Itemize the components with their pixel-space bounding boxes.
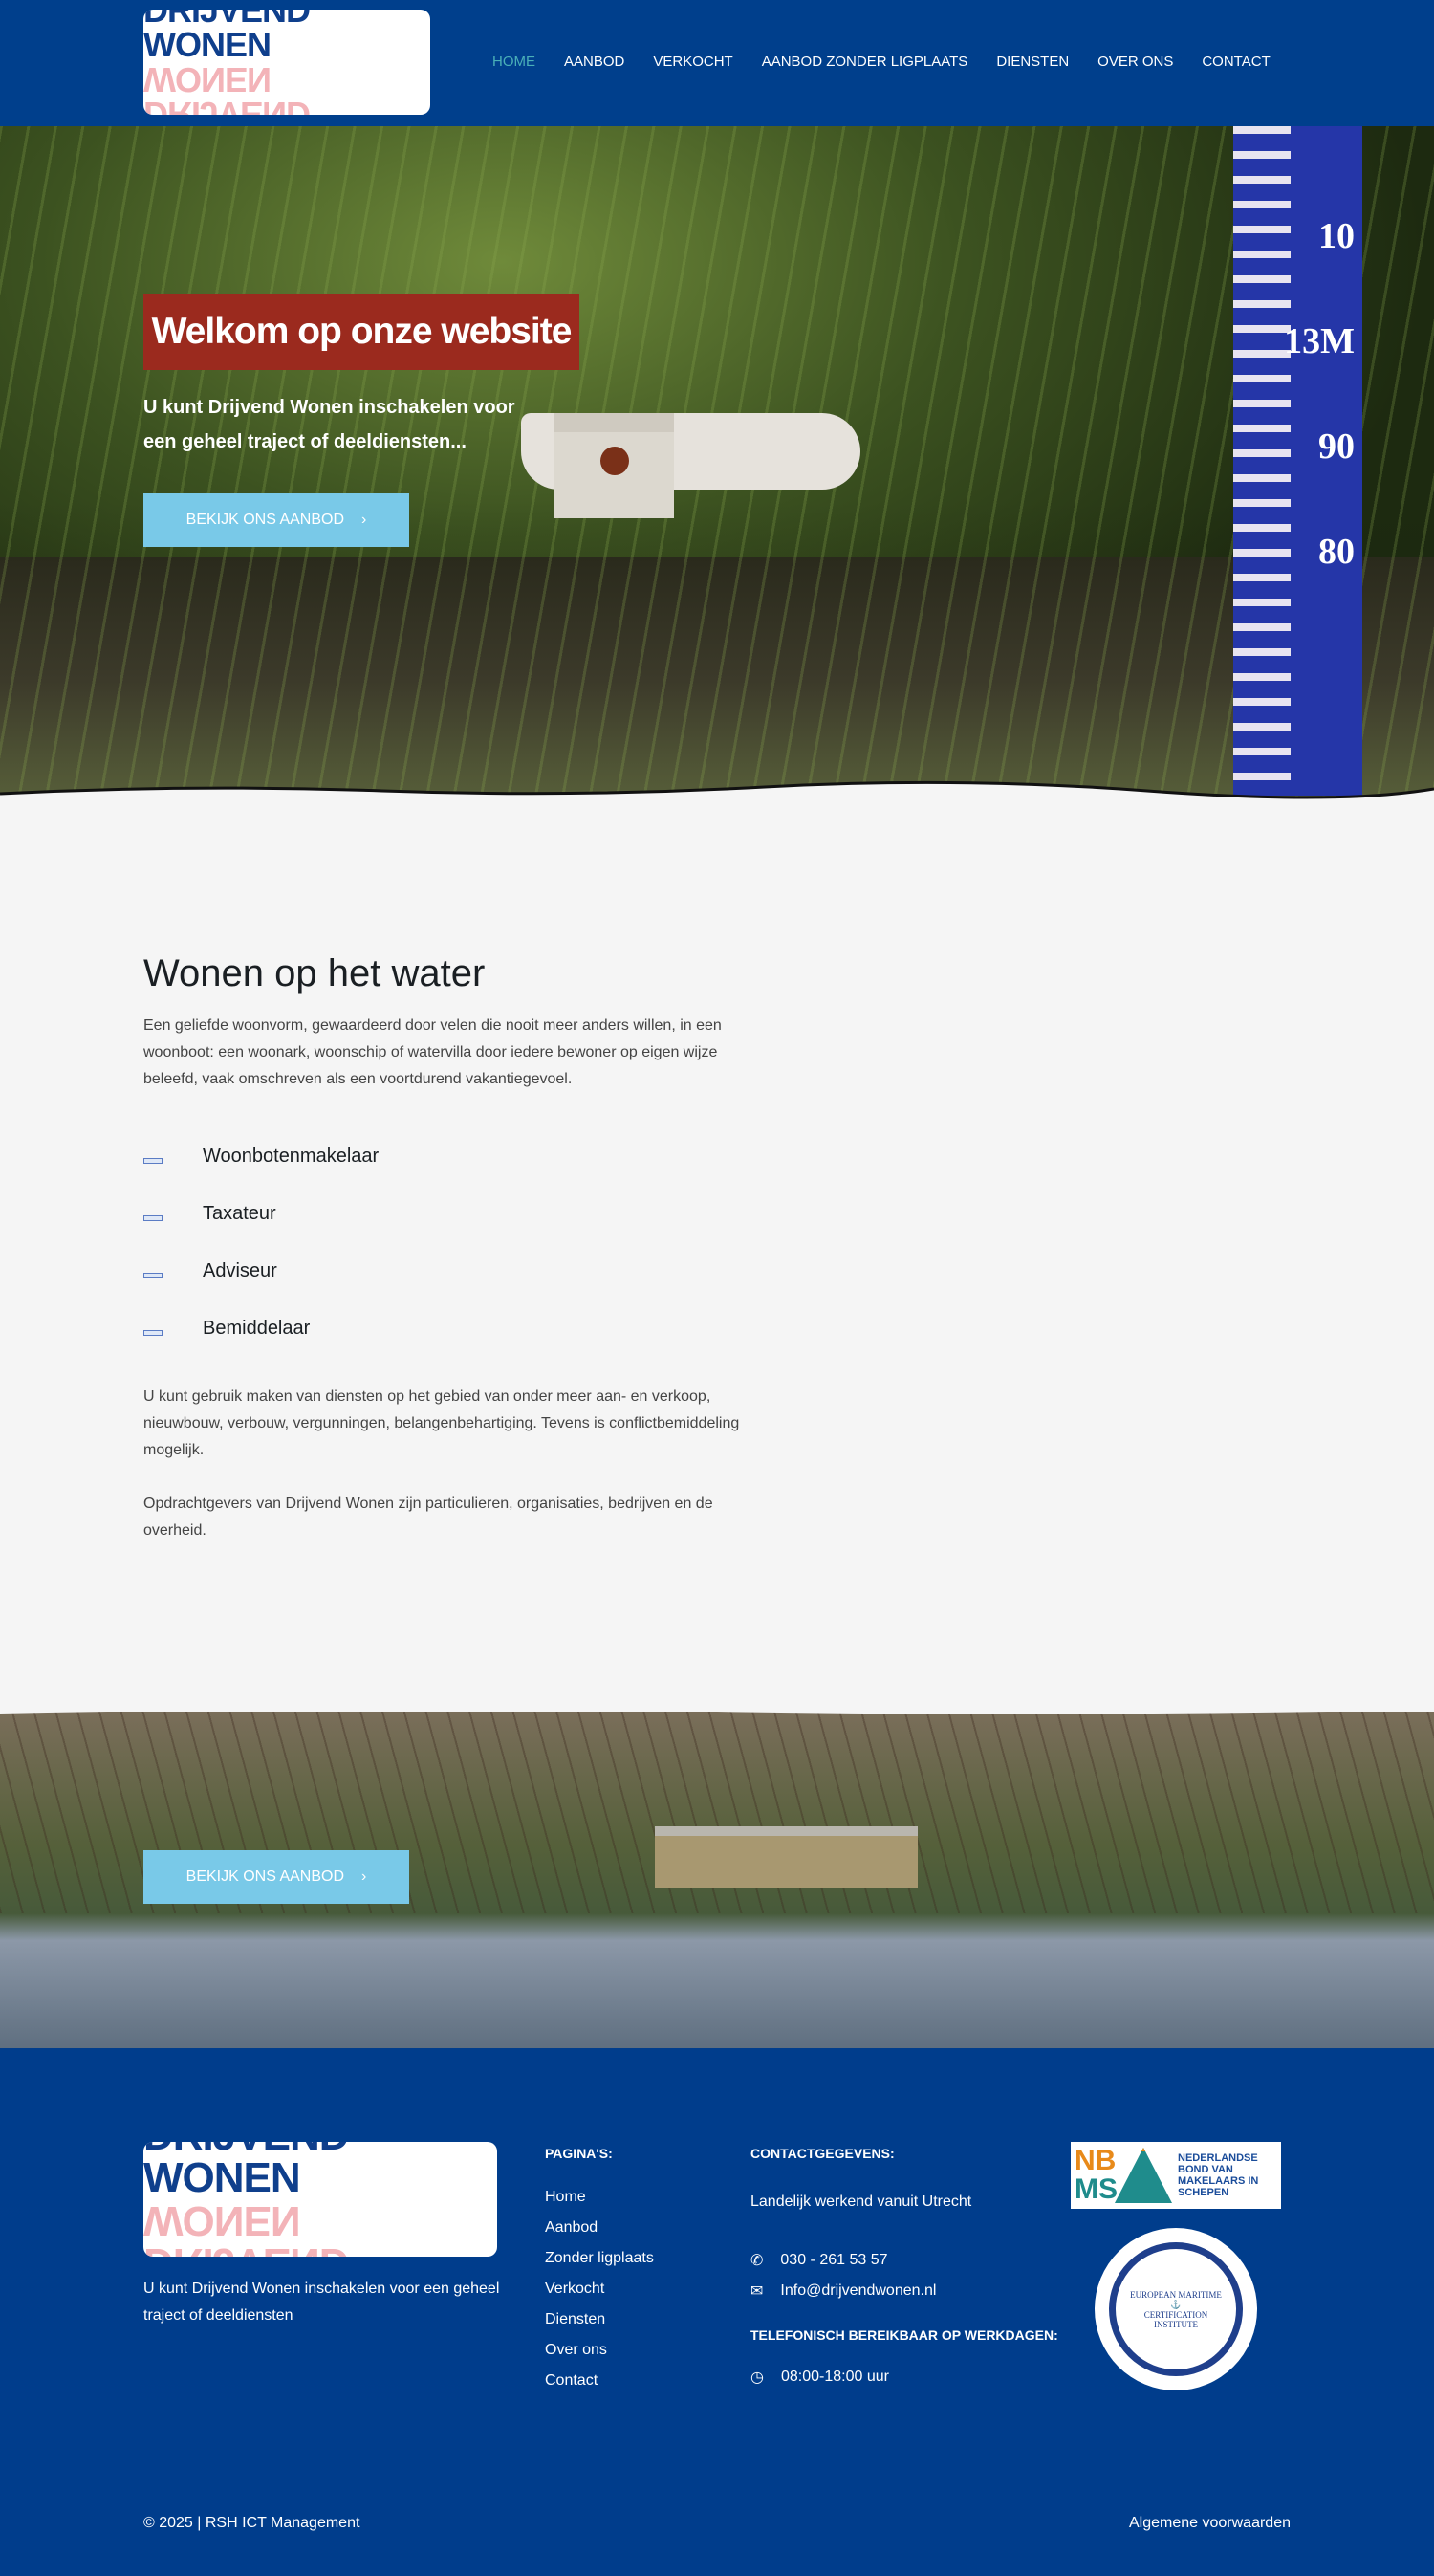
list-item-label: Bemiddelaar <box>203 1317 311 1339</box>
clients-paragraph: Opdrachtgevers van Drijvend Wonen zijn p… <box>143 1495 713 1539</box>
services-list: Woonbotenmakelaar Taxateur Adviseur Bemi… <box>143 1127 746 1357</box>
contact-heading: CONTACTGEGEVENS: <box>750 2146 895 2161</box>
wave-divider <box>0 780 1434 827</box>
footer-link-over-ons[interactable]: Over ons <box>545 2335 654 2366</box>
chevron-right-icon: › <box>361 512 367 528</box>
nav-contact[interactable]: CONTACT <box>1202 52 1270 73</box>
logo-reflection: DRIJVEND WONEN <box>143 2197 349 2257</box>
site-header: DRIJVEND WONEN DRIJVEND WONEN HOME AANBO… <box>0 0 1434 126</box>
envelope-icon: ✉ <box>750 2283 764 2300</box>
gauge-label: 80 <box>1318 532 1355 572</box>
services-paragraph: U kunt gebruik maken van diensten op het… <box>143 1388 740 1458</box>
clock-icon: ◷ <box>750 2369 764 2386</box>
copyright-text: © 2025 | RSH ICT Management <box>143 2515 360 2531</box>
hero-banner: 10 13M 90 80 <box>0 126 1434 805</box>
gauge-label: 10 <box>1318 216 1355 256</box>
site-footer: DRIJVEND WONEN DRIJVEND WONEN U kunt Dri… <box>0 2048 1434 2576</box>
footer-link-home[interactable]: Home <box>545 2182 654 2213</box>
birdhouse-image <box>554 413 674 518</box>
nbms-logo[interactable]: NB MS NEDERLANDSE BOND VAN MAKELAARS IN SCHE… <box>1071 2142 1281 2209</box>
logo-text: DRIJVEND WONEN <box>143 10 311 64</box>
dash-icon <box>143 1215 163 1221</box>
dash-icon <box>143 1158 163 1164</box>
footer-link-aanbod[interactable]: Aanbod <box>545 2213 654 2243</box>
houseboat-image <box>655 1826 918 1888</box>
hero-subtitle: U kunt Drijvend Wonen inschakelen voor e… <box>143 397 515 452</box>
footer-link-zonder-ligplaats[interactable]: Zonder ligplaats <box>545 2243 654 2274</box>
phone-icon: ✆ <box>750 2253 764 2269</box>
water-gauge-image: 10 13M 90 80 <box>1233 126 1362 796</box>
gauge-label: 13M <box>1284 321 1355 361</box>
chevron-right-icon: › <box>361 1868 367 1885</box>
hours-text: 08:00-18:00 uur <box>780 2369 889 2385</box>
view-offer-button-2[interactable]: BEKIJK ONS AANBOD › <box>143 1850 409 1904</box>
intro-section: Wonen op het water Een geliefde woonvorm… <box>143 952 746 1544</box>
hours-row: ◷ 08:00-18:00 uur <box>750 2368 1066 2387</box>
list-item-label: Adviseur <box>203 1259 277 1281</box>
logo-reflection: DRIJVEND WONEN <box>143 60 311 115</box>
email-link[interactable]: Info@drijvendwonen.nl <box>780 2282 936 2300</box>
list-item-label: Woonbotenmakelaar <box>203 1145 380 1167</box>
site-logo[interactable]: DRIJVEND WONEN DRIJVEND WONEN <box>143 10 430 115</box>
view-offer-button[interactable]: BEKIJK ONS AANBOD › <box>143 493 409 547</box>
list-item: Taxateur <box>143 1185 746 1242</box>
button-label: BEKIJK ONS AANBOD <box>185 1868 345 1885</box>
nav-aanbod-zonder-ligplaats[interactable]: AANBOD ZONDER LIGPLAATS <box>762 52 968 73</box>
main-nav: HOME AANBOD VERKOCHT AANBOD ZONDER LIGPL… <box>492 52 1299 73</box>
nav-aanbod[interactable]: AANBOD <box>564 52 624 73</box>
list-item: Bemiddelaar <box>143 1299 746 1357</box>
list-item: Adviseur <box>143 1242 746 1299</box>
footer-logo[interactable]: DRIJVEND WONEN DRIJVEND WONEN <box>143 2142 497 2257</box>
phone-row[interactable]: ✆ 030 - 261 53 57 <box>750 2251 1066 2270</box>
email-row[interactable]: ✉ Info@drijvendwonen.nl <box>750 2281 1066 2301</box>
nav-verkocht[interactable]: VERKOCHT <box>653 52 732 73</box>
dash-icon <box>143 1330 163 1336</box>
wave-divider <box>0 1702 1434 1714</box>
nav-home[interactable]: HOME <box>492 52 535 73</box>
terms-link[interactable]: Algemene voorwaarden <box>1129 2515 1291 2532</box>
nav-diensten[interactable]: DIENSTEN <box>996 52 1069 73</box>
gauge-label: 90 <box>1318 426 1355 467</box>
location-text: Landelijk werkend vanuit Utrecht <box>750 2194 972 2210</box>
pages-heading: PAGINA'S: <box>545 2146 613 2161</box>
footer-link-diensten[interactable]: Diensten <box>545 2304 654 2335</box>
list-item: Woonbotenmakelaar <box>143 1127 746 1185</box>
hero-title: Welkom op onze website <box>143 294 579 370</box>
hours-heading: TELEFONISCH BEREIKBAAR OP WERKDAGEN: <box>750 2327 1058 2343</box>
section-heading: Wonen op het water <box>143 952 486 994</box>
emci-logo[interactable]: EUROPEAN MARITIME ⚓ CERTIFICATION INSTITUT… <box>1095 2228 1257 2390</box>
footer-pages: PAGINA'S: Home Aanbod Zonder ligplaats V… <box>545 2146 654 2396</box>
footer-link-contact[interactable]: Contact <box>545 2366 654 2396</box>
intro-paragraph: Een geliefde woonvorm, gewaardeerd door … <box>143 1017 722 1087</box>
footer-link-verkocht[interactable]: Verkocht <box>545 2274 654 2304</box>
logo-text: DRIJVEND WONEN <box>143 2142 350 2201</box>
nav-over-ons[interactable]: OVER ONS <box>1097 52 1173 73</box>
footer-contact: CONTACTGEGEVENS: Landelijk werkend vanui… <box>750 2146 1066 2387</box>
phone-number[interactable]: 030 - 261 53 57 <box>780 2252 887 2269</box>
dash-icon <box>143 1273 163 1278</box>
button-label: BEKIJK ONS AANBOD <box>185 512 345 528</box>
list-item-label: Taxateur <box>203 1202 276 1224</box>
footer-description: U kunt Drijvend Wonen inschakelen voor e… <box>143 2281 500 2324</box>
